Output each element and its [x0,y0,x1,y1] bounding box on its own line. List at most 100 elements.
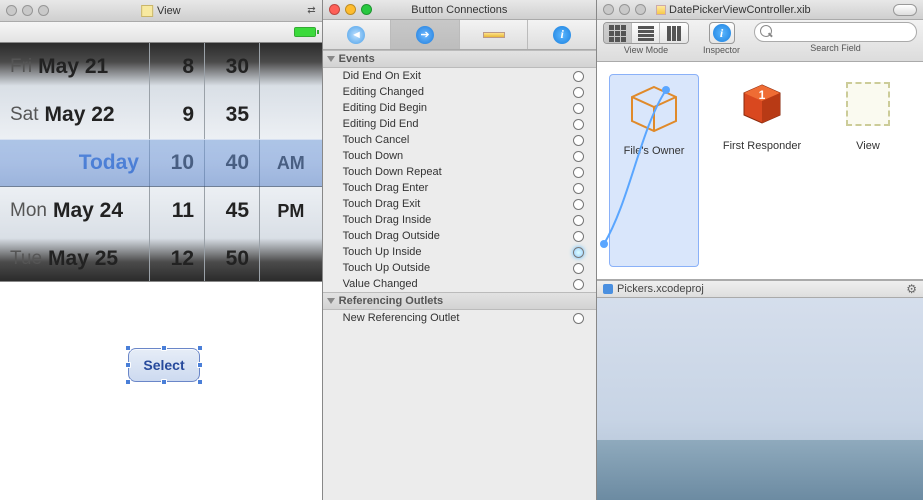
event-row[interactable]: Touch Cancel [323,132,596,148]
connections-titlebar[interactable]: Button Connections [323,0,596,20]
picker-column-minute[interactable]: 30 35 40 45 50 [205,43,260,281]
resize-handle[interactable] [161,379,167,385]
battery-icon [294,27,316,37]
view-mode-icons[interactable] [604,23,632,43]
xib-toolbar: View Mode i Inspector Search Field [597,20,923,62]
first-responder-object[interactable]: 1 First Responder [719,74,805,267]
outlet-icon[interactable] [573,247,584,258]
picker-column-hour[interactable]: 8 9 10 11 12 [150,43,205,281]
arrow-left-icon: ◄ [347,26,365,44]
zoom-icon[interactable] [361,4,372,15]
outlet-icon[interactable] [573,151,584,162]
resize-handle[interactable] [161,345,167,351]
view-mode-list[interactable] [632,23,660,43]
event-row[interactable]: Touch Drag Inside [323,212,596,228]
outlet-icon[interactable] [573,167,584,178]
view-mode-columns[interactable] [660,23,688,43]
outlet-label: New Referencing Outlet [343,312,460,324]
iphone-status-bar [0,22,322,42]
event-label: Value Changed [343,278,418,290]
events-list: Did End On ExitEditing ChangedEditing Di… [323,68,596,292]
minimize-icon[interactable] [619,4,630,15]
outlet-icon[interactable] [573,103,584,114]
select-button-label: Select [143,357,184,373]
view-icon [846,82,890,126]
view-object[interactable]: View [825,74,911,267]
picker-column-date[interactable]: FriMay 21 SatMay 22 Today MonMay 24 TueM… [0,43,150,281]
outlet-icon[interactable] [573,199,584,210]
toolbar-pill-icon[interactable] [893,4,917,16]
outlet-icon[interactable] [573,215,584,226]
event-row[interactable]: Did End On Exit [323,68,596,84]
events-section-header[interactable]: Events [323,50,596,68]
event-row[interactable]: Value Changed [323,276,596,292]
xib-file-icon [656,5,666,15]
event-row[interactable]: Editing Did End [323,116,596,132]
zoom-icon[interactable] [635,4,646,15]
tab-attributes[interactable]: ◄ [323,20,392,49]
outlets-section-header[interactable]: Referencing Outlets [323,292,596,310]
event-row[interactable]: Touch Up Outside [323,260,596,276]
outlet-icon[interactable] [573,263,584,274]
connections-title: Button Connections [411,4,507,16]
close-icon[interactable] [329,4,340,15]
picker-column-ampm[interactable]: AM PM [260,43,322,281]
event-row[interactable]: Touch Drag Exit [323,196,596,212]
event-row[interactable]: Touch Down Repeat [323,164,596,180]
outlet-icon[interactable] [573,87,584,98]
event-row[interactable]: Touch Drag Outside [323,228,596,244]
view-window-titlebar[interactable]: View ⇄ [0,0,322,22]
resize-handle[interactable] [125,379,131,385]
event-row[interactable]: Editing Did Begin [323,100,596,116]
event-row[interactable]: Touch Up Inside [323,244,596,260]
project-name: Pickers.xcodeproj [617,283,704,295]
event-label: Did End On Exit [343,70,421,82]
event-label: Touch Down Repeat [343,166,442,178]
resize-handle[interactable] [197,345,203,351]
object-label: First Responder [723,140,801,152]
resize-handle[interactable] [197,362,203,368]
xib-title: DatePickerViewController.xib [669,4,811,16]
view-mode-group: View Mode [603,22,689,55]
outlet-icon[interactable] [573,313,584,324]
view-canvas[interactable]: Select [0,282,322,500]
tab-size[interactable] [460,20,529,49]
xib-objects-canvas[interactable]: File's Owner 1 First Responder View [597,62,923,280]
close-icon[interactable] [6,5,17,16]
event-label: Touch Cancel [343,134,410,146]
tab-connections[interactable]: ➔ [391,20,460,49]
view-window: View ⇄ FriMay 21 SatMay 22 Today MonMay … [0,0,322,500]
select-button[interactable]: Select [128,348,200,382]
zoom-icon[interactable] [38,5,49,16]
date-picker[interactable]: FriMay 21 SatMay 22 Today MonMay 24 TueM… [0,42,322,282]
outlet-icon[interactable] [573,71,584,82]
event-row[interactable]: Touch Down [323,148,596,164]
object-label: View [856,140,880,152]
files-owner-object[interactable]: File's Owner [609,74,699,267]
svg-text:1: 1 [759,88,766,102]
search-input[interactable] [754,22,917,42]
outlet-row[interactable]: New Referencing Outlet [323,310,596,326]
tab-identity[interactable]: i [528,20,596,49]
resize-handle[interactable] [125,345,131,351]
minimize-icon[interactable] [22,5,33,16]
outlet-icon[interactable] [573,183,584,194]
close-icon[interactable] [603,4,614,15]
event-label: Touch Up Inside [343,246,422,258]
xib-window: DatePickerViewController.xib View Mode i… [597,0,923,500]
resize-handle[interactable] [197,379,203,385]
resize-handle[interactable] [125,362,131,368]
event-row[interactable]: Touch Drag Enter [323,180,596,196]
xib-titlebar[interactable]: DatePickerViewController.xib [597,0,923,20]
info-icon: i [713,24,731,42]
gear-icon[interactable]: ⚙ [906,282,917,296]
outlet-icon[interactable] [573,119,584,130]
outlet-icon[interactable] [573,135,584,146]
outlet-icon[interactable] [573,231,584,242]
minimize-icon[interactable] [345,4,356,15]
arrow-right-icon: ➔ [416,26,434,44]
outlet-icon[interactable] [573,279,584,290]
event-label: Editing Did End [343,118,419,130]
inspector-button[interactable]: i [709,22,735,44]
event-row[interactable]: Editing Changed [323,84,596,100]
